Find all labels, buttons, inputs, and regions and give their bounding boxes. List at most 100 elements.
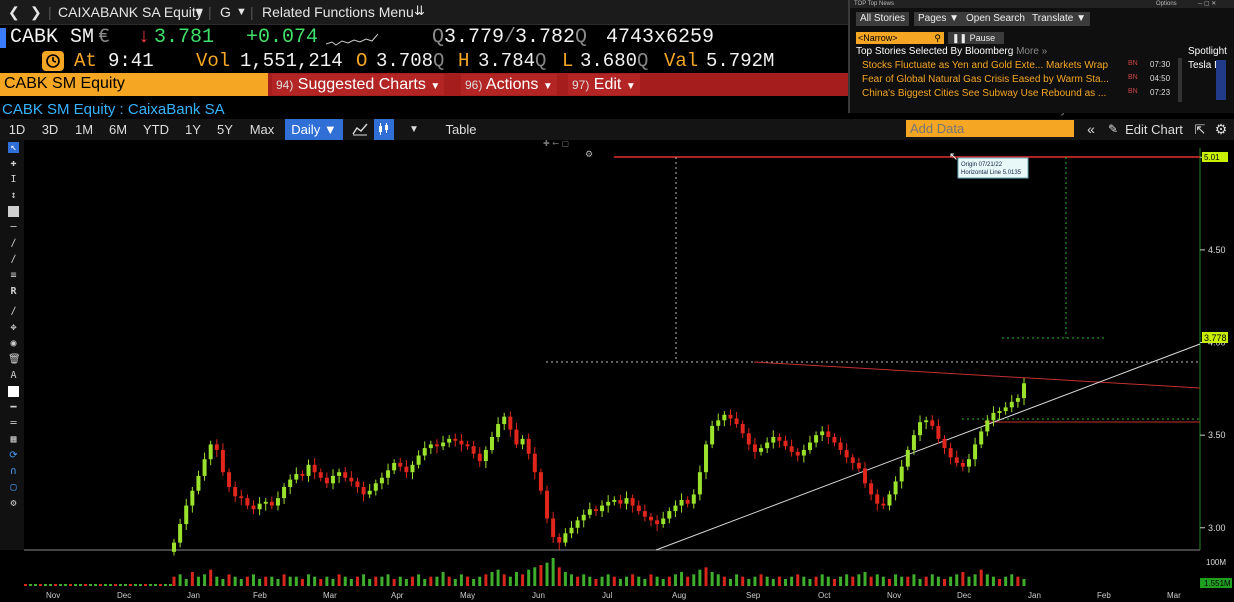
news-window-controls[interactable]: ─ ▢ ✕ bbox=[1198, 0, 1216, 8]
volume-bar bbox=[114, 584, 117, 586]
settings-small-icon[interactable]: ⚙ bbox=[8, 498, 19, 509]
period-1m[interactable]: 1M bbox=[70, 119, 98, 140]
spotlight-label[interactable]: Spotlight bbox=[1188, 46, 1227, 57]
magnet-icon[interactable]: ∩ bbox=[8, 466, 19, 477]
line-style-icon[interactable]: ━ bbox=[8, 402, 19, 413]
chart-type-dropdown-icon[interactable]: ▼ bbox=[404, 119, 424, 140]
equity-field[interactable]: CABK SM Equity bbox=[0, 73, 268, 96]
candle-body bbox=[973, 444, 978, 460]
security-selector[interactable]: CAIXABANK SA Equity bbox=[58, 4, 203, 20]
tab-pages[interactable]: Pages ▼ bbox=[914, 12, 964, 26]
export-icon[interactable]: ⇱ bbox=[1192, 119, 1208, 140]
traded-value: 5.792M bbox=[706, 50, 775, 72]
draw-line-icon[interactable]: ∕ bbox=[8, 306, 19, 317]
period-3d[interactable]: 3D bbox=[36, 119, 64, 140]
volume-bar bbox=[313, 576, 317, 586]
move-icon[interactable]: ✥ bbox=[8, 322, 19, 333]
last-price: 3.781 bbox=[154, 26, 215, 49]
volume-bar bbox=[398, 576, 402, 586]
period-1d[interactable]: 1D bbox=[4, 119, 30, 140]
price-chart[interactable]: 5.004.504.003.503.00 NovDecJanFebMarAprM… bbox=[24, 140, 1234, 602]
divider: | bbox=[250, 4, 254, 20]
tab-all-stories[interactable]: All Stories bbox=[856, 12, 910, 26]
collapse-left-icon[interactable]: « bbox=[1082, 119, 1100, 140]
channel-icon[interactable]: ≡ bbox=[8, 270, 19, 281]
period-5y[interactable]: 5Y bbox=[212, 119, 238, 140]
crosshair-icon[interactable]: ✚ bbox=[8, 158, 19, 169]
security-dropdown-icon[interactable]: ▼ bbox=[194, 6, 205, 18]
candle-body bbox=[269, 501, 274, 506]
actions-button[interactable]: 96) Actions ▼ bbox=[461, 74, 557, 95]
volume-bar bbox=[796, 574, 800, 586]
period-1y[interactable]: 1Y bbox=[180, 119, 206, 140]
period-ytd[interactable]: YTD bbox=[138, 119, 174, 140]
trash-icon[interactable]: 🗑 bbox=[8, 354, 21, 365]
brush-icon[interactable]: ∕ bbox=[8, 254, 19, 265]
add-data-input[interactable] bbox=[906, 120, 1074, 137]
volume-bar bbox=[533, 567, 537, 586]
candle-body bbox=[697, 472, 702, 495]
back-icon[interactable]: ❮ bbox=[8, 4, 20, 21]
candle-body bbox=[330, 475, 335, 484]
period-6m[interactable]: 6M bbox=[104, 119, 132, 140]
alert-clock-icon[interactable] bbox=[42, 51, 64, 71]
tab-translate[interactable]: Translate ▼ bbox=[1028, 12, 1091, 26]
chart-settings-icon[interactable]: ⚙ bbox=[585, 150, 593, 160]
group-dropdown-icon[interactable]: ▼ bbox=[236, 6, 247, 18]
table-button[interactable]: Table bbox=[432, 119, 490, 140]
line-chart-icon[interactable] bbox=[350, 119, 370, 140]
news-story[interactable]: China's Biggest Cities See Subway Use Re… bbox=[862, 88, 1170, 99]
candle-body bbox=[985, 420, 990, 432]
pause-button[interactable]: ❚❚ Pause bbox=[948, 32, 1004, 44]
frequency-selector[interactable]: Daily ▼ bbox=[285, 119, 343, 140]
volume-bar bbox=[368, 579, 372, 586]
chart-handle-icons[interactable]: ✚ ← ▢ bbox=[543, 140, 569, 148]
gear-icon[interactable]: ⚙ bbox=[1212, 119, 1230, 140]
measure-icon[interactable]: ↕ bbox=[8, 190, 19, 201]
candle-body bbox=[190, 490, 195, 506]
candle-body bbox=[728, 414, 733, 419]
eraser-icon[interactable]: ▦ bbox=[8, 434, 19, 445]
trend-line-icon[interactable]: ∕ bbox=[8, 238, 19, 249]
volume-bar bbox=[466, 576, 470, 586]
related-functions-menu[interactable]: Related Functions Menu bbox=[262, 4, 414, 20]
double-chevron-down-icon[interactable]: ⇊ bbox=[414, 3, 425, 19]
italic-text-icon[interactable]: A bbox=[8, 370, 19, 381]
news-story[interactable]: Fear of Global Natural Gas Crisis Eased … bbox=[862, 74, 1170, 85]
edit-button[interactable]: 97) Edit ▼ bbox=[568, 74, 640, 95]
pencil-icon[interactable]: ✎ bbox=[1106, 119, 1120, 140]
cursor-icon[interactable]: ↖ bbox=[8, 142, 19, 153]
more-link[interactable]: More » bbox=[1016, 46, 1047, 57]
forward-icon[interactable]: ❯ bbox=[30, 4, 42, 21]
candle-body bbox=[441, 442, 446, 447]
candle-body bbox=[514, 429, 519, 445]
volume-bar bbox=[551, 558, 555, 586]
volume-bar bbox=[930, 574, 934, 586]
candlestick-icon[interactable] bbox=[374, 119, 394, 140]
news-options[interactable]: Options bbox=[1156, 0, 1177, 8]
horizontal-line-icon[interactable]: ─ bbox=[8, 222, 19, 233]
period-max[interactable]: Max bbox=[244, 119, 280, 140]
candle-body bbox=[850, 457, 855, 463]
news-scrollbar[interactable] bbox=[1178, 58, 1182, 102]
fill-color-icon[interactable] bbox=[8, 386, 19, 397]
ray-icon[interactable]: R bbox=[8, 286, 19, 297]
news-story[interactable]: Stocks Fluctuate as Yen and Gold Exte...… bbox=[862, 60, 1170, 71]
narrow-search-field[interactable]: <Narrow> ⚲ bbox=[856, 32, 944, 44]
volume-bar bbox=[722, 576, 726, 586]
select-box-icon[interactable] bbox=[8, 206, 19, 217]
text-cursor-icon[interactable]: I bbox=[8, 174, 19, 185]
palette-icon[interactable]: ◉ bbox=[8, 338, 19, 349]
line-width-icon[interactable]: ═ bbox=[8, 418, 19, 429]
volume-bar bbox=[991, 576, 995, 586]
group-selector[interactable]: G bbox=[220, 4, 231, 20]
suggested-charts-button[interactable]: 94) Suggested Charts ▼ bbox=[272, 74, 445, 95]
volume-bar bbox=[109, 584, 112, 586]
edit-chart-button[interactable]: Edit Chart bbox=[1122, 119, 1186, 140]
candle-body bbox=[710, 425, 715, 445]
tab-open-search[interactable]: Open Search bbox=[962, 12, 1029, 26]
volume-bar bbox=[955, 574, 959, 586]
open-price: 3.708Q bbox=[376, 50, 445, 72]
refresh-icon[interactable]: ⟳ bbox=[8, 450, 19, 461]
layers-icon[interactable]: ▢ bbox=[8, 482, 19, 493]
